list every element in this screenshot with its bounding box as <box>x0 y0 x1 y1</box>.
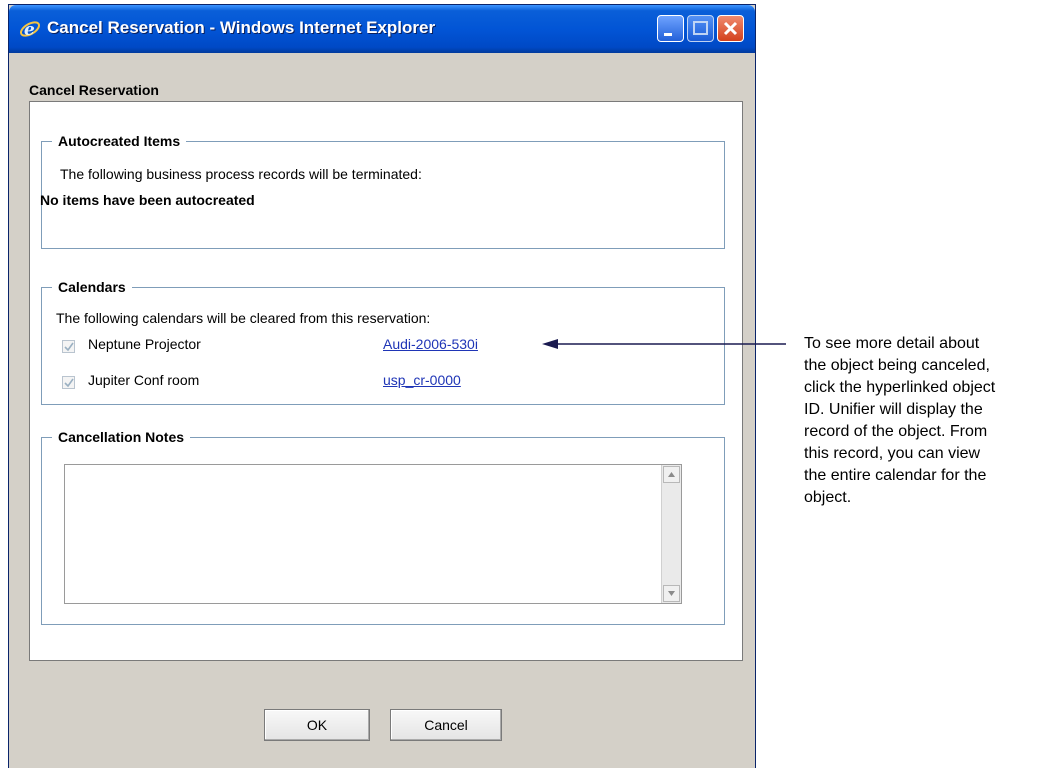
calendar-item-link[interactable]: Audi-2006-530i <box>383 336 478 352</box>
autocreated-description: The following business process records w… <box>60 166 422 182</box>
maximize-button[interactable] <box>687 15 714 42</box>
autocreated-items-group: Autocreated Items The following business… <box>40 132 725 249</box>
ie-window: e Cancel Reservation - Windows Internet … <box>8 4 756 768</box>
close-button[interactable] <box>717 15 744 42</box>
calendar-checkbox-jupiter[interactable] <box>62 376 75 389</box>
svg-text:e: e <box>24 20 35 40</box>
minimize-button[interactable] <box>657 15 684 42</box>
cancellation-notes-group: Cancellation Notes <box>41 428 725 625</box>
cancellation-notes-legend: Cancellation Notes <box>52 428 191 446</box>
dialog-heading: Cancel Reservation <box>29 82 159 98</box>
title-bar[interactable]: e Cancel Reservation - Windows Internet … <box>9 5 755 53</box>
window-title: Cancel Reservation - Windows Internet Ex… <box>47 18 436 37</box>
calendar-item-name: Jupiter Conf room <box>88 372 200 388</box>
notes-scrollbar[interactable] <box>661 465 681 603</box>
calendar-item-name: Neptune Projector <box>88 336 201 352</box>
scroll-down-icon[interactable] <box>663 585 680 602</box>
calendar-item-link[interactable]: usp_cr-0000 <box>383 372 461 388</box>
callout-line: this record, you can view <box>804 445 981 462</box>
scroll-up-icon[interactable] <box>663 466 680 483</box>
calendar-checkbox-neptune[interactable] <box>62 340 75 353</box>
callout-line: click the hyperlinked object <box>804 379 996 396</box>
calendars-description: The following calendars will be cleared … <box>56 310 431 326</box>
callout-text: To see more detail about the object bein… <box>804 333 1060 509</box>
callout-arrow <box>542 339 786 349</box>
callout-line: the entire calendar for the <box>804 467 987 484</box>
autocreated-status: No items have been autocreated <box>40 192 255 208</box>
callout-line: ID. Unifier will display the <box>804 401 983 418</box>
autocreated-items-legend: Autocreated Items <box>52 132 187 150</box>
cancellation-notes-textarea[interactable] <box>64 464 682 604</box>
ok-button[interactable]: OK <box>264 709 370 741</box>
calendars-legend: Calendars <box>52 278 132 296</box>
callout-line: To see more detail about <box>804 335 980 352</box>
callout-line: object. <box>804 489 852 506</box>
callout-line: record of the object. From <box>804 423 988 440</box>
cancel-button[interactable]: Cancel <box>390 709 502 741</box>
internet-explorer-icon: e <box>19 18 41 40</box>
callout-line: the object being canceled, <box>804 357 990 374</box>
